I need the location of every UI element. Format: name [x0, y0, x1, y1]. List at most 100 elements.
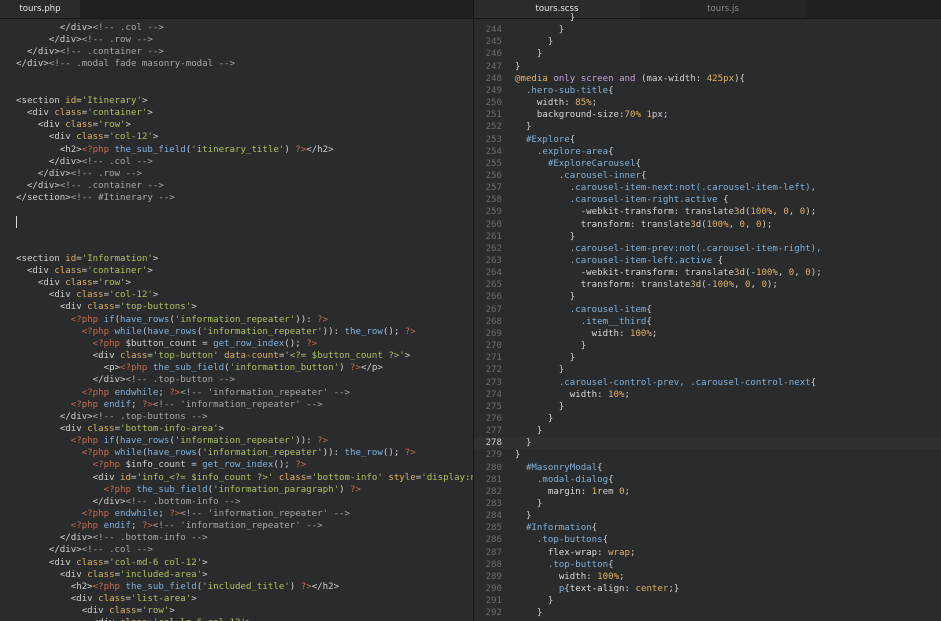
code-line[interactable]: 251 background-size:70% 1px; — [474, 109, 941, 121]
code-line[interactable]: 260 transform: translate3d(100%, 0, 0); — [474, 219, 941, 231]
code-line[interactable]: <?php while(have_rows('information_repea… — [0, 447, 473, 459]
code-line[interactable]: <?php endif; ?><!-- 'information_repeate… — [0, 520, 473, 532]
code-line[interactable]: 253 #Explore{ — [474, 134, 941, 146]
code-line[interactable]: 266 } — [474, 291, 941, 303]
code-line[interactable] — [0, 229, 473, 241]
code-line[interactable]: 265 transform: translate3d(-100%, 0, 0); — [474, 279, 941, 291]
code-line[interactable]: </div><!-- .container --> — [0, 46, 473, 58]
code-line[interactable]: <?php endif; ?><!-- 'information_repeate… — [0, 399, 473, 411]
code-line[interactable]: 274 width: 10%; — [474, 389, 941, 401]
code-line[interactable]: 285 #Information{ — [474, 522, 941, 534]
code-line[interactable]: <div class='col-12'> — [0, 289, 473, 301]
code-line[interactable]: 282 margin: 1rem 0; — [474, 486, 941, 498]
code-line[interactable]: <section id='Information'> — [0, 253, 473, 265]
editor-pane-left[interactable]: tours.php </div><!-- .col --> </div><!--… — [0, 0, 473, 621]
code-line[interactable]: <div class='col-12'> — [0, 131, 473, 143]
code-line[interactable]: 259 -webkit-transform: translate3d(100%,… — [474, 206, 941, 218]
code-line[interactable]: </div><!-- .top-buttons --> — [0, 411, 473, 423]
code-line[interactable]: 272 } — [474, 364, 941, 376]
code-line[interactable]: 271 } — [474, 352, 941, 364]
code-line[interactable]: <div id='info_<?= $info_count ?>' class=… — [0, 472, 473, 484]
code-line[interactable]: <?php if(have_rows('information_repeater… — [0, 314, 473, 326]
code-line[interactable]: <div class='container'> — [0, 107, 473, 119]
code-line[interactable]: <div class='row'> — [0, 605, 473, 617]
code-line[interactable]: 289 width: 100%; — [474, 571, 941, 583]
code-line[interactable] — [0, 216, 473, 228]
code-line[interactable]: } — [474, 12, 941, 24]
code-line[interactable]: <div class='col-lg-6 col-12'> — [0, 617, 473, 621]
code-line[interactable]: 288 .top-button{ — [474, 559, 941, 571]
code-line[interactable]: <div class='col-md-6 col-12'> — [0, 557, 473, 569]
code-line[interactable]: 286 .top-buttons{ — [474, 534, 941, 546]
code-line[interactable]: 275 } — [474, 401, 941, 413]
code-line[interactable]: 292 } — [474, 607, 941, 619]
code-line[interactable]: 283 } — [474, 498, 941, 510]
code-line[interactable]: </div><!-- .col --> — [0, 156, 473, 168]
code-line[interactable]: 268 .item__third{ — [474, 316, 941, 328]
code-line[interactable]: </div><!-- .col --> — [0, 22, 473, 34]
code-line[interactable]: 257 .carousel-item-next:not(.carousel-it… — [474, 182, 941, 194]
code-line[interactable]: 247} — [474, 61, 941, 73]
code-line[interactable]: 248 @media only screen and (max-width: 42… — [474, 73, 941, 85]
code-line[interactable]: 267 .carousel-item{ — [474, 304, 941, 316]
code-line[interactable]: 246 } — [474, 48, 941, 60]
code-line[interactable]: 254 .explore-area{ — [474, 146, 941, 158]
code-line[interactable]: 277 } — [474, 425, 941, 437]
code-line[interactable]: 276 } — [474, 413, 941, 425]
code-line[interactable]: </div><!-- .container --> — [0, 180, 473, 192]
code-line[interactable]: <h2><?php the_sub_field('included_title'… — [0, 581, 473, 593]
code-line[interactable]: 256 .carousel-inner{ — [474, 170, 941, 182]
code-line[interactable]: 270 } — [474, 340, 941, 352]
code-line[interactable]: 273 .carousel-control-prev, .carousel-co… — [474, 377, 941, 389]
code-line[interactable]: 249 .hero-sub-title{ — [474, 85, 941, 97]
code-line[interactable]: <div class='top-button' data-count='<?= … — [0, 350, 473, 362]
code-line[interactable]: </div><!-- .bottom-info --> — [0, 496, 473, 508]
code-line[interactable]: </section><!-- #Itinerary --> — [0, 192, 473, 204]
code-line[interactable]: 261 } — [474, 231, 941, 243]
code-line[interactable]: 245 } — [474, 36, 941, 48]
code-line[interactable]: 263 .carousel-item-left.active { — [474, 255, 941, 267]
code-line[interactable]: 264 -webkit-transform: translate3d(-100%… — [474, 267, 941, 279]
code-line[interactable]: 290 p{text-align: center;} — [474, 583, 941, 595]
code-line[interactable] — [0, 241, 473, 253]
code-line[interactable]: <?php the_sub_field('information_paragra… — [0, 484, 473, 496]
code-line[interactable]: <?php $info_count = get_row_index(); ?> — [0, 459, 473, 471]
code-line[interactable]: <div class='container'> — [0, 265, 473, 277]
code-line[interactable]: 250 width: 85%; — [474, 97, 941, 109]
code-line[interactable]: 269 width: 100%; — [474, 328, 941, 340]
tab-tours-php[interactable]: tours.php — [0, 0, 80, 18]
code-line[interactable]: </div><!-- .row --> — [0, 168, 473, 180]
code-line[interactable]: <?php $button_count = get_row_index(); ?… — [0, 338, 473, 350]
code-line[interactable]: <h2><?php the_sub_field('itinerary_title… — [0, 144, 473, 156]
code-line[interactable]: 258 .carousel-item-right.active { — [474, 194, 941, 206]
code-line[interactable] — [0, 204, 473, 216]
code-line[interactable] — [0, 83, 473, 95]
editor-pane-right[interactable]: tours.scss tours.js } 244 } 245 } 246 } 247}… — [474, 0, 941, 621]
code-line[interactable]: 255 #ExploreCarousel{ — [474, 158, 941, 170]
code-line[interactable]: 280 #MasonryModal{ — [474, 462, 941, 474]
code-line[interactable]: <p><?php the_sub_field('information_butt… — [0, 362, 473, 374]
code-line[interactable]: 284 } — [474, 510, 941, 522]
code-line[interactable]: </div><!-- .col --> — [0, 544, 473, 556]
code-line[interactable]: 262 .carousel-item-prev:not(.carousel-it… — [474, 243, 941, 255]
code-line[interactable]: <?php endwhile; ?><!-- 'information_repe… — [0, 508, 473, 520]
code-line[interactable]: <div class='top-buttons'> — [0, 301, 473, 313]
code-line[interactable] — [0, 71, 473, 83]
code-line[interactable]: 279} — [474, 449, 941, 461]
code-line[interactable]: <?php endwhile; ?><!-- 'information_repe… — [0, 387, 473, 399]
code-line[interactable]: 281 .modal-dialog{ — [474, 474, 941, 486]
code-line[interactable]: <div class='row'> — [0, 277, 473, 289]
code-line[interactable]: <?php while(have_rows('information_repea… — [0, 326, 473, 338]
code-line[interactable]: </div><!-- .modal fade masonry-modal --> — [0, 58, 473, 70]
code-line[interactable]: <div class='list-area'> — [0, 593, 473, 605]
code-line[interactable]: <div class='row'> — [0, 119, 473, 131]
code-line[interactable]: <section id='Itinerary'> — [0, 95, 473, 107]
code-line[interactable]: 291 } — [474, 595, 941, 607]
code-line[interactable]: <?php if(have_rows('information_repeater… — [0, 435, 473, 447]
code-line[interactable]: </div><!-- .top-button --> — [0, 374, 473, 386]
code-line[interactable]: <div class='included-area'> — [0, 569, 473, 581]
code-line[interactable]: 244 } — [474, 24, 941, 36]
code-line[interactable]: <div class='bottom-info-area'> — [0, 423, 473, 435]
code-line[interactable]: 287 flex-wrap: wrap; — [474, 547, 941, 559]
code-line[interactable]: 278 } — [474, 437, 941, 450]
